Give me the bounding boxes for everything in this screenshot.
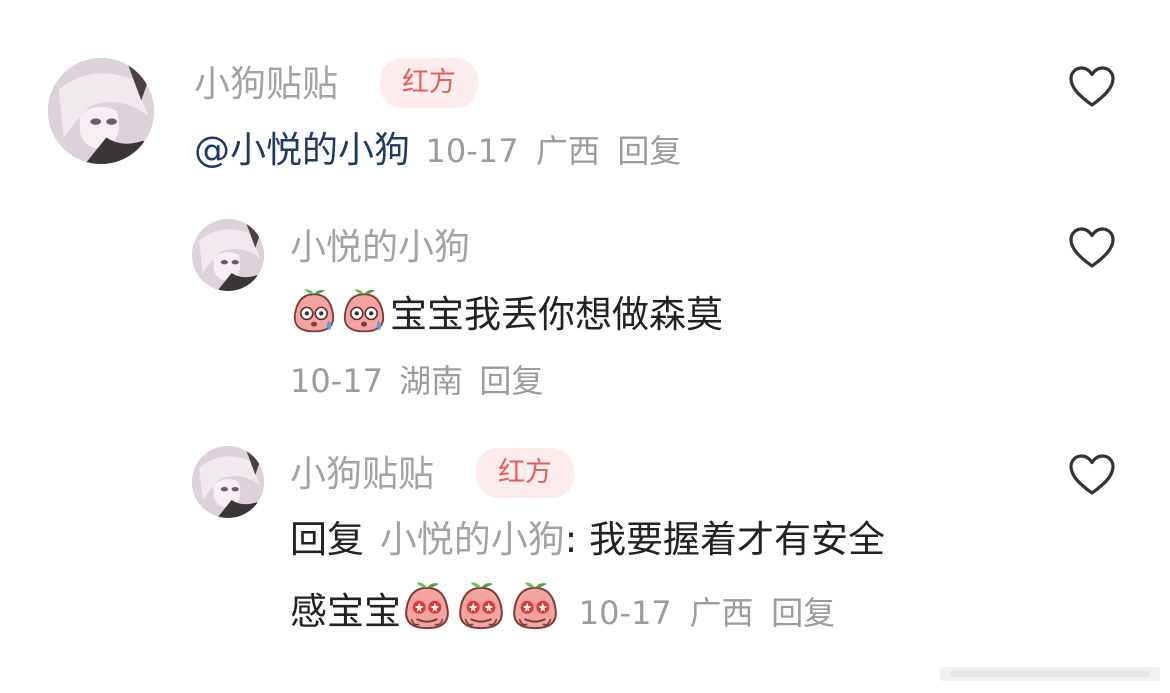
comment-location: 广西 (689, 594, 754, 632)
comment-body-continued: 感宝宝 10-17 广西 回复 (290, 580, 835, 638)
reply-button[interactable]: 回复 (771, 594, 835, 632)
team-badge: 红方 (380, 58, 478, 108)
reply-prefix: 回复 (290, 518, 364, 561)
comment-body: 回复 小悦的小狗: 我要握着才有安全 (290, 515, 885, 565)
comment-location: 广西 (535, 132, 600, 170)
peach-sweat-emoji (340, 287, 388, 335)
avatar-image (192, 446, 264, 518)
comment-date: 10-17 (290, 362, 383, 400)
comment-text: 宝宝我丢你想做森莫 (390, 293, 723, 336)
comment-text: 感宝宝 (290, 590, 401, 633)
username[interactable]: 小悦的小狗 (290, 223, 470, 273)
comment-meta: 10-17 湖南 回复 (290, 358, 543, 404)
username[interactable]: 小狗贴贴 (290, 450, 434, 500)
team-badge: 红方 (476, 448, 574, 498)
avatar[interactable] (48, 58, 154, 164)
comment-text: : 我要握着才有安全 (564, 518, 885, 561)
reply-button[interactable]: 回复 (617, 132, 681, 170)
peach-starry-eyes-emoji (509, 580, 561, 632)
comment-date: 10-17 (425, 132, 519, 170)
comment-date: 10-17 (578, 594, 672, 632)
avatar-image (192, 219, 264, 291)
watermark (940, 667, 1160, 681)
comment-body: @小悦的小狗 10-17 广西 回复 (194, 128, 681, 174)
peach-sweat-emoji (290, 287, 338, 335)
avatar[interactable] (192, 219, 264, 291)
comment-body: 宝宝我丢你想做森莫 (290, 287, 723, 340)
avatar-image (48, 58, 154, 164)
heart-outline-icon[interactable] (1068, 226, 1116, 270)
peach-starry-eyes-emoji (455, 580, 507, 632)
heart-outline-icon[interactable] (1068, 65, 1116, 109)
avatar[interactable] (192, 446, 264, 518)
reply-target-link[interactable]: 小悦的小狗 (380, 518, 565, 561)
comment-location: 湖南 (399, 362, 464, 400)
mention-link[interactable]: @小悦的小狗 (194, 130, 410, 171)
username[interactable]: 小狗贴贴 (194, 60, 338, 110)
reply-button[interactable]: 回复 (479, 362, 543, 400)
heart-outline-icon[interactable] (1068, 453, 1116, 497)
peach-starry-eyes-emoji (401, 580, 453, 632)
